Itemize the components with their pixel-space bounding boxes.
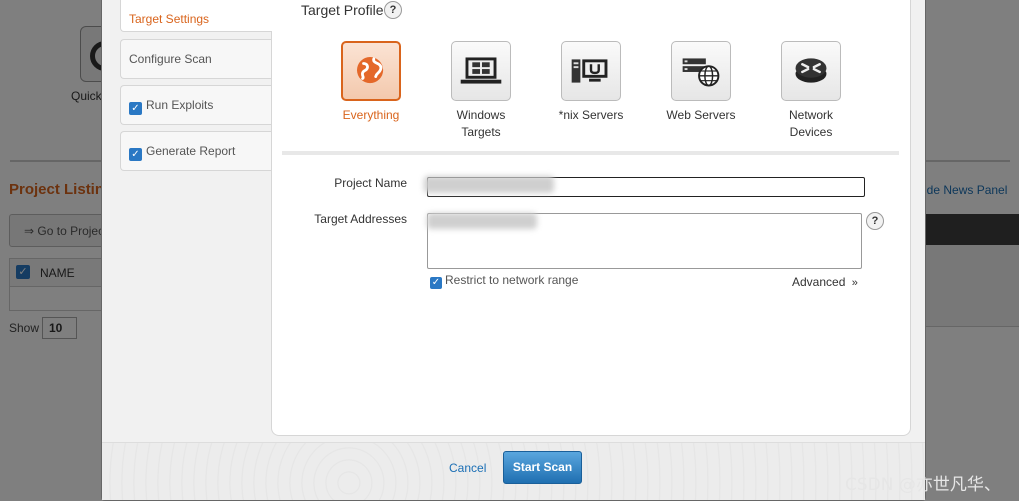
router-icon [781,41,841,101]
run-exploits-checkbox[interactable]: ✓ [129,102,142,115]
step-label: Generate Report [146,144,236,158]
profile-web-servers[interactable]: Web Servers [661,41,741,124]
web-server-icon [671,41,731,101]
step-label: Configure Scan [129,52,212,66]
profile-label: Windows Targets [456,108,506,139]
target-profile-title: Target Profile [301,2,384,18]
step-run-exploits[interactable]: ✓ Run Exploits [120,85,272,125]
profile-label: Web Servers [666,108,736,122]
advanced-label: Advanced [792,275,846,289]
target-addresses-label: Target Addresses [314,212,407,226]
restrict-label: Restrict to network range [445,273,579,287]
double-chevron-down-icon: » [851,277,858,289]
target-profile-help-icon[interactable]: ? [384,1,402,19]
unix-server-icon [561,41,621,101]
restrict-checkbox[interactable]: ✓ [430,277,442,289]
cancel-button[interactable]: Cancel [449,461,486,475]
target-settings-panel: Target Profile ? Everything Windows Targ… [271,0,911,436]
redacted-target-addresses [427,213,537,229]
step-label: Target Settings [129,12,210,26]
new-scan-modal: Target Settings Configure Scan ✓ Run Expl… [101,0,926,501]
profile-network-devices[interactable]: Network Devices [771,41,851,141]
redacted-project-name [424,176,554,193]
profile-label: *nix Servers [558,108,624,122]
step-target-settings[interactable]: Target Settings [120,0,272,32]
profile-windows-targets[interactable]: Windows Targets [441,41,521,141]
globe-icon [341,41,401,101]
start-scan-button[interactable]: Start Scan [503,451,582,484]
generate-report-checkbox[interactable]: ✓ [129,148,142,161]
profile-nix-servers[interactable]: *nix Servers [551,41,631,124]
watermark: CSDN @亦世凡华、 [845,475,1001,495]
restrict-network-range[interactable]: ✓ Restrict to network range [430,273,578,289]
profile-label: Everything [342,108,400,122]
profile-everything[interactable]: Everything [331,41,411,124]
advanced-toggle[interactable]: Advanced » [792,275,858,289]
laptop-windows-icon [451,41,511,101]
profile-label: Network Devices [788,108,833,139]
project-name-label: Project Name [334,176,407,190]
step-label: Run Exploits [146,98,214,112]
step-generate-report[interactable]: ✓ Generate Report [120,131,272,171]
section-divider [282,151,899,155]
target-addresses-help-icon[interactable]: ? [866,212,884,230]
step-configure-scan[interactable]: Configure Scan [120,39,272,79]
